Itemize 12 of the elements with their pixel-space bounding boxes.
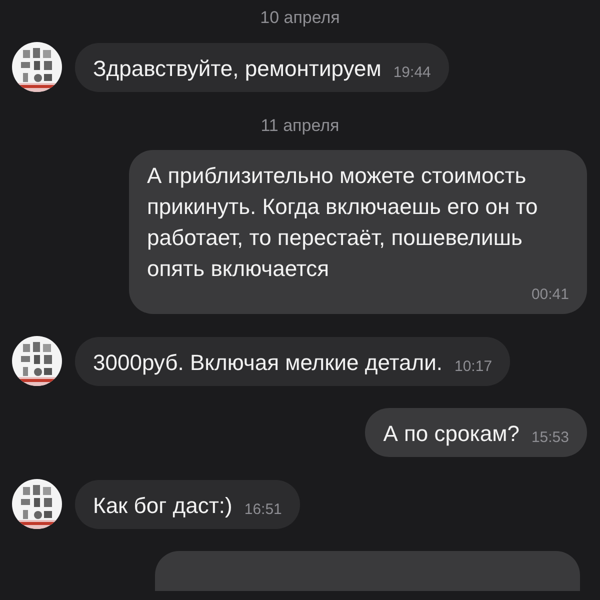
message-text: Здравствуйте, ремонтируем — [93, 54, 382, 83]
message-time: 15:53 — [531, 428, 569, 448]
message-text: А приблизительно можете стоимость прикинуть. Когда включаешь его он то работает, то перестаёт, пошевелишь опять включается — [147, 162, 539, 283]
message-time: 16:51 — [244, 500, 282, 520]
date-label: 10 апреля — [260, 7, 340, 29]
message-time: 00:41 — [531, 285, 569, 305]
date-label: 11 апреля — [260, 115, 340, 137]
message-text: А по срокам? — [383, 420, 520, 448]
message-time: 10:17 — [454, 356, 492, 376]
message-time: 19:44 — [393, 62, 431, 82]
message-text: 3000руб. Включая мелкие детали. — [93, 348, 442, 377]
message-text: Как бог даст:) — [93, 492, 232, 520]
